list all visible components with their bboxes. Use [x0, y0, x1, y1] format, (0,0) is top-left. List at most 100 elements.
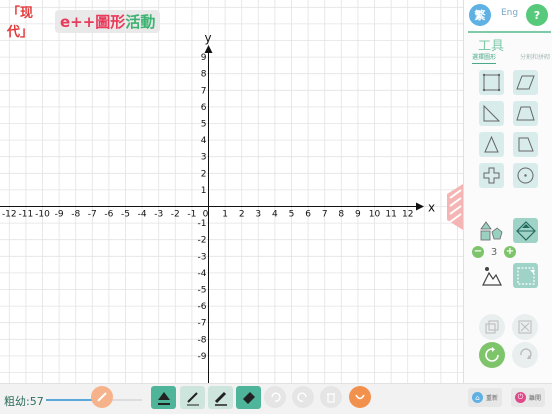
exit-label: 離開: [529, 395, 542, 402]
y-axis-arrow: [204, 45, 213, 53]
circle-tool[interactable]: [513, 163, 538, 188]
x-tick-label: 7: [322, 210, 328, 220]
thickness-slider-knob[interactable]: [91, 386, 113, 408]
circle-icon: [517, 167, 534, 184]
polygon-tool[interactable]: [479, 218, 504, 243]
smile-button[interactable]: [349, 386, 371, 408]
delete-shape-button[interactable]: [512, 314, 538, 340]
reflection-tool[interactable]: [513, 218, 538, 243]
square-tool[interactable]: [479, 70, 504, 95]
y-tick-label: 5: [201, 120, 207, 130]
side-count-value: 3: [490, 246, 498, 258]
cross-shape-tool[interactable]: [479, 163, 504, 188]
reflection-icon: [515, 220, 536, 241]
app-title-part1: e++圖形: [60, 13, 126, 31]
y-tick-label: -4: [198, 269, 207, 279]
trapezoid-icon: [516, 106, 535, 121]
right-triangle-tool[interactable]: [479, 101, 504, 126]
x-tick-label: 9: [355, 210, 361, 220]
rotate-icon: [485, 347, 499, 362]
tools-panel: 繁 Eng ? 工具 選擇圖形 分割和拼砌: [463, 0, 552, 383]
right-triangle-icon: [483, 104, 501, 122]
y-tick-label: 9: [201, 53, 207, 63]
square-icon: [482, 73, 501, 92]
x-axis-arrow: [416, 202, 424, 211]
x-tick-label: 3: [255, 210, 261, 220]
x-tick-label: 12: [402, 210, 413, 220]
y-tick-label: -1: [198, 219, 207, 229]
grid-select-icon: [516, 266, 535, 285]
x-tick-label: -5: [121, 210, 130, 220]
x-tick-label: 5: [289, 210, 295, 220]
x-tick-label: -2: [171, 210, 180, 220]
y-tick-label: -9: [198, 352, 207, 362]
panel-divider: [468, 31, 551, 33]
tab-select-shape[interactable]: 選擇圖形: [472, 52, 497, 64]
exit-icon: ⏻: [515, 392, 526, 403]
eraser-button[interactable]: [236, 386, 261, 409]
x-tick-label: -11: [19, 210, 34, 220]
pencil-icon: [97, 392, 107, 402]
y-tick-label: -2: [198, 236, 207, 246]
trash-icon: [327, 393, 335, 403]
parallelogram-tool[interactable]: [513, 70, 538, 95]
fill-pen-button[interactable]: [151, 386, 176, 409]
reset-button[interactable]: ⌂ 重新: [468, 388, 503, 407]
english-button[interactable]: Eng: [501, 8, 518, 18]
y-tick-label: 2: [201, 169, 207, 179]
parallelogram-icon: [516, 75, 535, 90]
increase-button[interactable]: +: [504, 246, 516, 258]
y-tick-label: -5: [198, 286, 207, 296]
traditional-chinese-button[interactable]: 繁: [469, 4, 491, 26]
eraser-icon: [242, 391, 255, 404]
mountain-tool[interactable]: [479, 263, 504, 288]
drawing-canvas[interactable]: x y -12 -11 -10 -9 -8 -7 -6 -5 -4 -3 -2 -1 0 1 2 3 4 5 6 7 8 9 1…: [0, 0, 463, 383]
rotate-button[interactable]: [479, 342, 505, 368]
x-tick-label: -7: [88, 210, 97, 220]
panel-top-bar: 繁 Eng ?: [464, 0, 552, 30]
delete-shape-icon: [518, 320, 532, 334]
exit-button[interactable]: ⏻ 離開: [511, 388, 546, 407]
mountain-icon: [481, 266, 502, 286]
reset-label: 重新: [486, 395, 499, 402]
flip-button[interactable]: [512, 342, 538, 368]
x-tick-label: -1: [187, 210, 196, 220]
x-tick-label: 2: [239, 210, 245, 220]
undo-button[interactable]: [264, 386, 286, 408]
x-tick-label: 11: [385, 210, 396, 220]
thin-pen-button[interactable]: [180, 386, 205, 409]
thick-pen-icon: [214, 391, 227, 406]
x-tick-label: 10: [369, 210, 381, 220]
decrease-button[interactable]: −: [472, 246, 484, 258]
copy-button[interactable]: [479, 314, 505, 340]
y-tick-label: 8: [201, 70, 207, 80]
tab-split-join[interactable]: 分割和拼砌: [520, 52, 550, 64]
copy-icon: [485, 320, 499, 334]
thickness-label: 粗幼:57: [4, 395, 44, 408]
isosceles-triangle-icon: [484, 135, 499, 153]
thick-pen-button[interactable]: [208, 386, 233, 409]
y-axis-label: y: [205, 31, 212, 45]
y-tick-label: -7: [198, 319, 207, 329]
smile-icon: [355, 394, 365, 400]
redo-button[interactable]: [292, 386, 314, 408]
y-tick-label: 7: [201, 86, 207, 96]
app-title: e++圖形 活動: [55, 10, 161, 33]
x-tick-label: -4: [138, 210, 147, 220]
right-trapezoid-icon: [518, 137, 534, 152]
x-tick-label: 1: [222, 210, 228, 220]
x-tick-label: -9: [55, 210, 64, 220]
x-tick-label: -8: [71, 210, 80, 220]
right-trapezoid-tool[interactable]: [513, 132, 538, 157]
grid-select-tool[interactable]: [513, 263, 538, 288]
panel-collapse-handle[interactable]: [447, 184, 463, 230]
fill-pen-icon: [157, 391, 170, 405]
coordinate-grid[interactable]: xy-12 -11 -10 -9 -8 -7 -6 -5 -4 -3 -2 -1 0 1 2 3 4 5 6 7 8 9 1…: [0, 0, 463, 383]
x-tick-label: 6: [305, 210, 311, 220]
isosceles-triangle-tool[interactable]: [479, 132, 504, 157]
x-tick-label: -6: [104, 210, 113, 220]
trapezoid-tool[interactable]: [513, 101, 538, 126]
trash-button[interactable]: [320, 386, 342, 408]
x-tick-label: 8: [338, 210, 344, 220]
help-button[interactable]: ?: [526, 4, 548, 26]
